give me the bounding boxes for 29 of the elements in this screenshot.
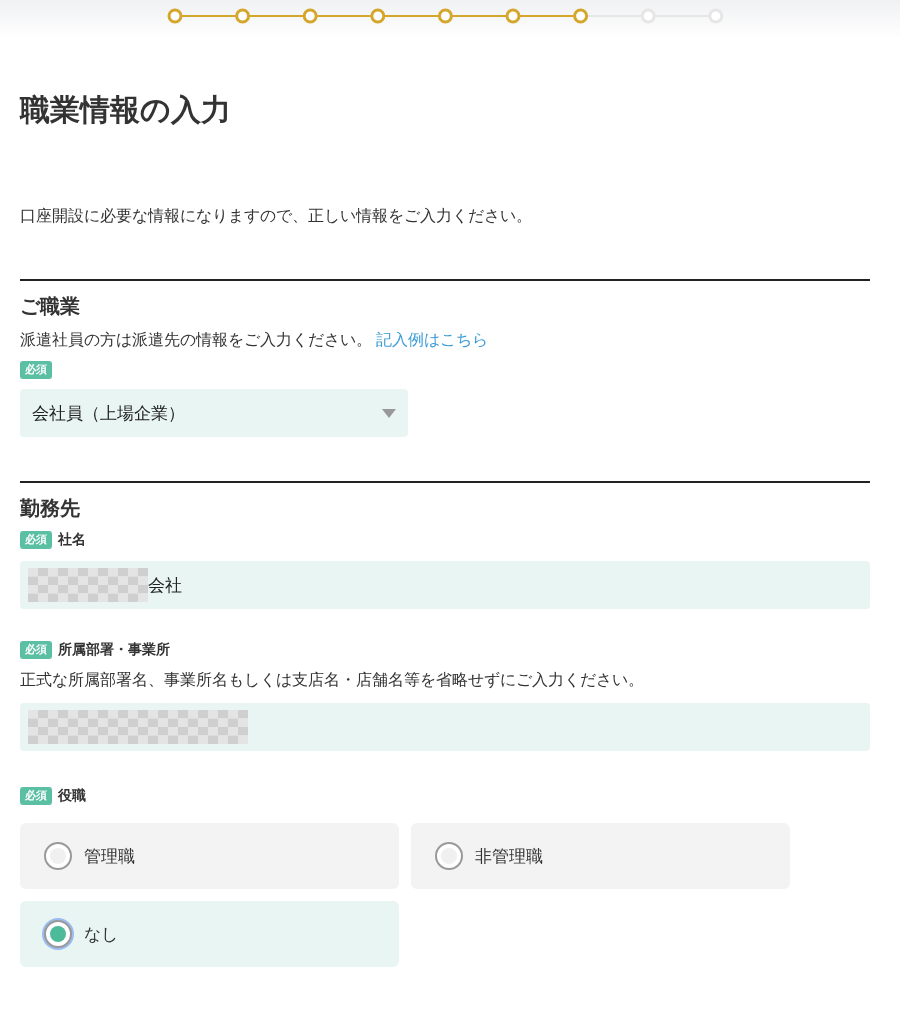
section-heading: ご職業: [20, 293, 81, 319]
radio-option[interactable]: 非管理職: [411, 823, 790, 889]
hint-text: 正式な所属部署名、事業所名もしくは支店名・店舗名等を省略せずにご入力ください。: [20, 669, 645, 691]
step-connector: [316, 15, 372, 17]
required-badge: 必須: [20, 787, 52, 805]
step-connector: [519, 15, 575, 17]
required-badge: 必須: [20, 361, 52, 379]
step-connector: [383, 15, 440, 17]
hint-text: 派遣社員の方は派遣先の情報をご入力ください。 記入例はこちら: [20, 329, 489, 351]
text-input-field[interactable]: 会社: [20, 561, 870, 609]
field-label: 役職: [58, 787, 86, 805]
field-label: 社名: [58, 531, 86, 549]
text-input-field[interactable]: [20, 703, 870, 751]
occupation-select[interactable]: 会社員（上場企業）: [20, 389, 408, 437]
intro-text: 口座開設に必要な情報になりますので、正しい情報をご入力ください。: [20, 205, 533, 227]
radio-option[interactable]: なし: [20, 901, 399, 967]
radio-button[interactable]: [44, 842, 72, 870]
field-label: 所属部署・事業所: [58, 641, 170, 659]
radio-option[interactable]: 管理職: [20, 823, 399, 889]
dropdown-caret-icon: [382, 408, 396, 418]
required-badge: 必須: [20, 531, 52, 549]
page-title: 職業情報の入力: [20, 91, 232, 129]
step-connector: [248, 15, 305, 17]
step-connector: [451, 15, 507, 17]
radio-button[interactable]: [435, 842, 463, 870]
required-badge: 必須: [20, 641, 52, 659]
radio-button[interactable]: [44, 920, 72, 948]
section-heading: 勤務先: [20, 495, 81, 521]
step-connector: [181, 15, 237, 17]
